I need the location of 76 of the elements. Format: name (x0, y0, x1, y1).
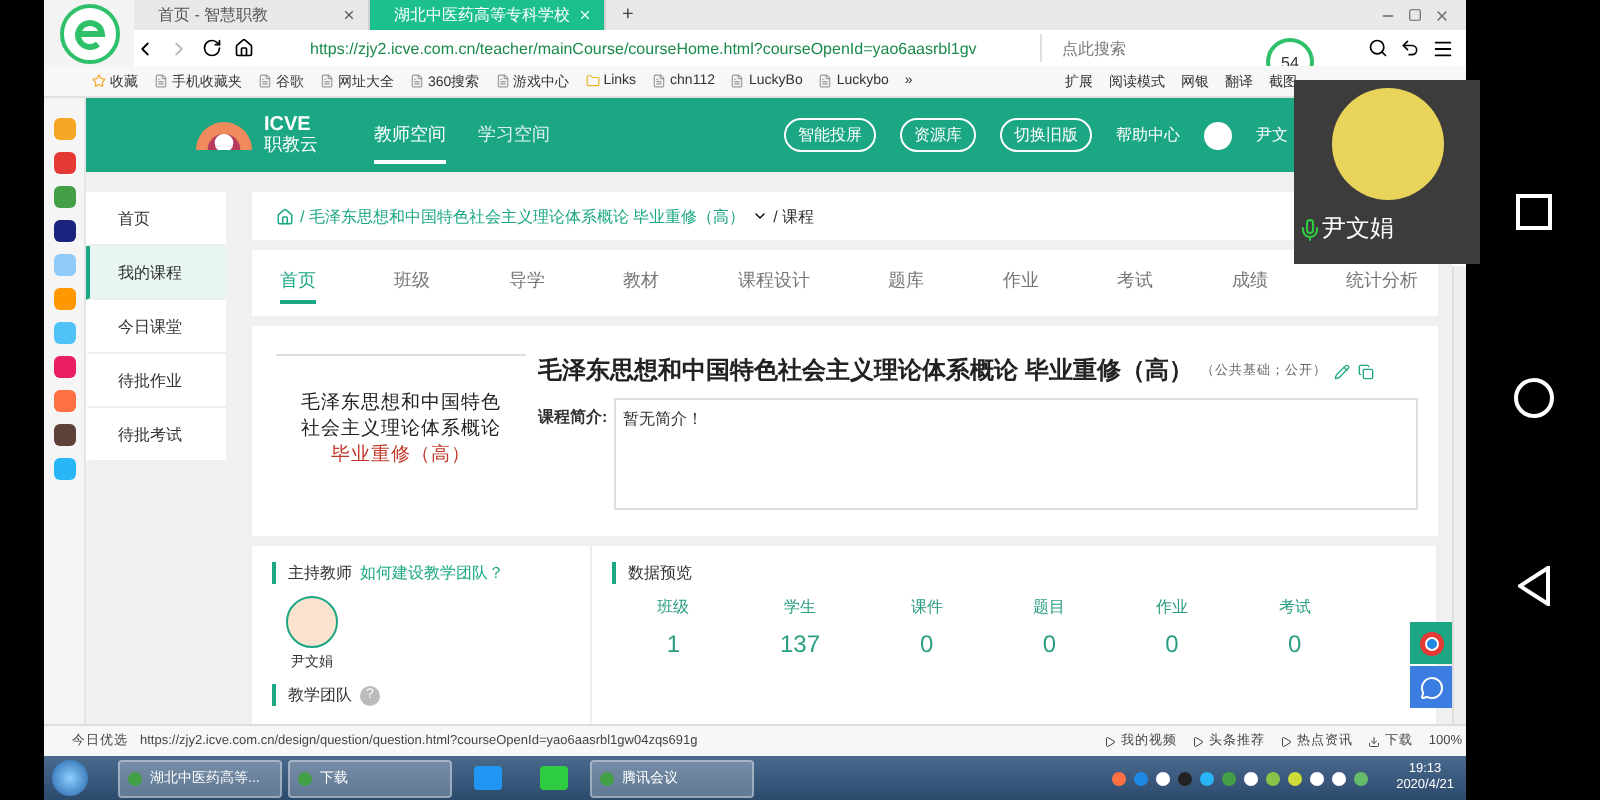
stat-label: 考试 (1278, 596, 1311, 618)
page-icon (154, 74, 168, 88)
page-icon (495, 74, 510, 88)
stat-value: 0 (1042, 630, 1057, 658)
section-heading: 主持教师 (288, 562, 352, 584)
refresh-icon[interactable] (202, 38, 222, 58)
course-tab[interactable]: 导学 (508, 262, 545, 304)
logo-subtitle: 职教云 (264, 136, 318, 154)
stat-label: 班级 (657, 596, 690, 618)
close-icon[interactable] (1434, 7, 1450, 23)
copy-icon[interactable] (1358, 363, 1375, 379)
breadcrumb-current: / 课程 (773, 205, 815, 227)
home-button-icon[interactable] (1513, 378, 1553, 418)
course-tab[interactable]: 教材 (623, 262, 660, 304)
course-tab[interactable]: 班级 (394, 262, 431, 304)
course-cover: 毛泽东思想和中国特色 社会主义理论体系概论 毕业重修（高） (276, 354, 526, 506)
course-tab[interactable]: 课程设计 (737, 262, 810, 304)
intro-field: 暂无简介！ (613, 398, 1418, 510)
section-heading: 数据预览 (628, 562, 692, 584)
chevron-icon[interactable] (751, 208, 768, 224)
stat-value: 0 (1165, 630, 1179, 658)
globe-icon (1417, 629, 1445, 657)
download-icon (1368, 735, 1381, 747)
course-tab[interactable]: 统计分析 (1345, 262, 1418, 304)
undo-icon[interactable] (1400, 38, 1420, 58)
search-icon[interactable] (1368, 38, 1388, 58)
menu-icon[interactable] (1432, 37, 1454, 59)
stat-label: 作业 (1156, 596, 1188, 618)
chat-button[interactable] (1410, 666, 1452, 708)
page-icon (258, 74, 272, 88)
stat-label: 课件 (910, 596, 943, 618)
chat-icon (1419, 675, 1443, 699)
back-icon[interactable] (1517, 566, 1549, 606)
stat-label: 学生 (784, 596, 816, 618)
play-icon (1192, 735, 1205, 747)
maximize-icon[interactable] (1408, 8, 1422, 22)
microphone-icon (1298, 217, 1322, 241)
stat-value: 1 (666, 630, 680, 658)
page-icon (730, 74, 745, 88)
page-icon (818, 74, 833, 88)
start-button[interactable] (52, 760, 88, 796)
sidebar-item[interactable]: 我的课程 (86, 246, 226, 300)
avatar-icon (1204, 121, 1232, 149)
course-tab[interactable]: 考试 (1117, 262, 1154, 304)
course-tab[interactable]: 作业 (1002, 262, 1039, 304)
stat-value: 0 (1287, 630, 1302, 658)
course-title: 毛泽东思想和中国特色社会主义理论体系概论 毕业重修（高） (538, 354, 1193, 388)
home-icon[interactable] (234, 38, 254, 58)
new-tab-button[interactable]: + (606, 0, 650, 30)
participant-name: 尹文娟 (1322, 212, 1394, 246)
page-icon (410, 74, 424, 88)
course-tab[interactable]: 题库 (888, 262, 925, 304)
edit-icon[interactable] (1334, 363, 1351, 379)
page-icon (320, 74, 334, 88)
course-tab[interactable]: 成绩 (1231, 262, 1268, 304)
folder-icon (585, 74, 600, 88)
logo-text: ICVE (264, 116, 313, 136)
avatar-icon (286, 596, 338, 648)
close-tab-icon[interactable] (342, 8, 356, 22)
browser-logo-icon[interactable] (57, 3, 121, 63)
intro-label: 课程简介: (538, 406, 608, 430)
recents-icon[interactable] (1515, 194, 1551, 230)
stat-label: 题目 (1033, 596, 1066, 618)
section-heading: 教学团队 (288, 684, 352, 706)
play-icon (1280, 735, 1293, 747)
app-icon[interactable] (53, 424, 75, 446)
stat-value: 137 (779, 630, 821, 658)
play-icon (1104, 735, 1117, 747)
address-field[interactable]: https://zjy2.icve.com.cn/teacher/mainCourse/courseHome.html?courseOpenId=yao6aasrbl1gv (282, 34, 1042, 62)
scrollbar[interactable] (1452, 266, 1466, 724)
app-icon[interactable] (53, 220, 75, 242)
stat-value: 0 (920, 630, 934, 658)
browser-float-button[interactable] (1410, 622, 1452, 664)
page-icon (652, 74, 667, 88)
logo-icon (196, 121, 252, 149)
star-icon (92, 74, 106, 88)
